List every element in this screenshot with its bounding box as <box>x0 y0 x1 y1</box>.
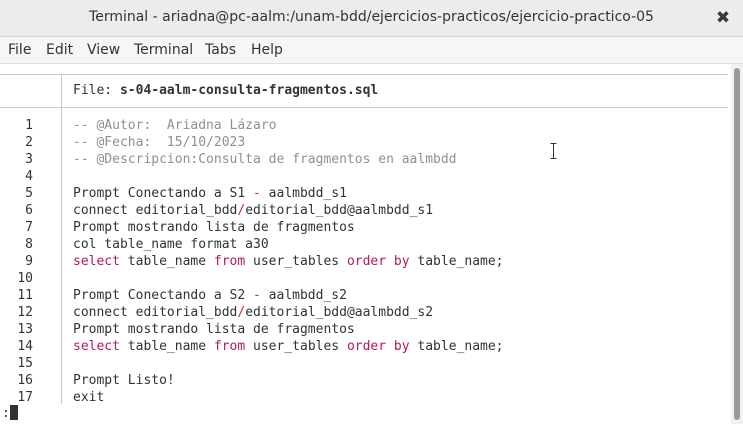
header-bottom-rule <box>0 107 728 108</box>
line-number: 14 <box>17 339 33 354</box>
line-number: 10 <box>17 271 33 286</box>
line-code: select table_name from user_tables order… <box>73 339 504 354</box>
line-number: 16 <box>17 373 33 388</box>
title-bar: Terminal - ariadna@pc-aalm:/unam-bdd/eje… <box>0 0 743 37</box>
line-code: exit <box>73 390 104 405</box>
keyword-token: select <box>73 339 120 354</box>
scrollbar-thumb[interactable] <box>734 68 740 420</box>
ibeam-cursor-icon <box>550 143 557 159</box>
code-token: col table_name format a30 <box>73 237 269 252</box>
keyword-token: from <box>213 254 246 269</box>
line-code: Prompt Conectando a S1 - aalmbdd_s1 <box>73 186 347 201</box>
menu-view[interactable]: View <box>87 42 120 58</box>
code-token: Prompt mostrando lista de fragmentos <box>73 322 355 337</box>
code-token: table_name <box>119 254 214 269</box>
terminal-area[interactable]: File: s-04-aalm-consulta-fragmentos.sql … <box>0 64 731 424</box>
menu-edit[interactable]: Edit <box>46 42 73 58</box>
header-top-rule <box>0 74 728 75</box>
code-token: table_name; <box>409 254 504 269</box>
menu-bar: File Edit View Terminal Tabs Help <box>0 37 743 64</box>
vertical-scrollbar[interactable] <box>731 64 743 424</box>
comment-token: -- @Descripcion:Consulta de fragmentos e… <box>73 152 457 167</box>
menu-help[interactable]: Help <box>251 42 283 58</box>
code-token: table_name; <box>409 339 504 354</box>
code-token: Prompt mostrando lista de fragmentos <box>73 220 355 235</box>
line-code: Prompt Conectando a S2 - aalmbdd_s2 <box>73 288 347 303</box>
menu-terminal[interactable]: Terminal <box>134 42 193 58</box>
line-code: Prompt mostrando lista de fragmentos <box>73 220 355 235</box>
code-token: exit <box>73 390 105 405</box>
code-token: aalmbdd_s2 <box>260 288 347 303</box>
line-number: 6 <box>25 203 33 218</box>
pager-prompt-text: : <box>2 406 10 421</box>
code-token: table_name <box>119 339 214 354</box>
line-code: connect editorial_bdd/editorial_bdd@aalm… <box>73 203 433 218</box>
line-code: -- @Autor: Ariadna Lázaro <box>73 118 277 133</box>
operator-token: - <box>253 288 261 303</box>
file-label: File: <box>73 83 120 98</box>
line-code: select table_name from user_tables order… <box>73 254 504 269</box>
keyword-token: order by <box>346 339 410 354</box>
line-number: 7 <box>25 220 33 235</box>
code-token: connect editorial_bdd <box>73 305 238 320</box>
line-number: 15 <box>17 356 33 371</box>
code-token: connect editorial_bdd <box>73 203 238 218</box>
window-title: Terminal - ariadna@pc-aalm:/unam-bdd/eje… <box>89 9 654 25</box>
terminal-window: Terminal - ariadna@pc-aalm:/unam-bdd/eje… <box>0 0 743 424</box>
code-token: Prompt Conectando a S1 <box>73 186 254 201</box>
code-token: editorial_bdd@aalmbdd_s2 <box>245 305 434 320</box>
line-code: col table_name format a30 <box>73 237 269 252</box>
file-name: s-04-aalm-consulta-fragmentos.sql <box>119 83 379 98</box>
comment-token: -- @Autor: Ariadna Lázaro <box>73 118 277 133</box>
menu-tabs[interactable]: Tabs <box>205 42 236 58</box>
comment-token: -- @Fecha: 15/10/2023 <box>73 135 246 150</box>
line-number: 11 <box>17 288 33 303</box>
line-number: 3 <box>25 152 33 167</box>
line-code: Prompt mostrando lista de fragmentos <box>73 322 355 337</box>
keyword-token: select <box>73 254 120 269</box>
line-code: -- @Fecha: 15/10/2023 <box>73 135 245 150</box>
code-token: user_tables <box>245 339 347 354</box>
line-number: 17 <box>17 390 33 405</box>
line-number: 1 <box>25 118 33 133</box>
gutter-divider <box>61 74 62 404</box>
line-number: 4 <box>25 169 33 184</box>
line-code: Prompt Listo! <box>73 373 175 388</box>
code-token: user_tables <box>245 254 347 269</box>
line-code: connect editorial_bdd/editorial_bdd@aalm… <box>73 305 433 320</box>
pager-prompt[interactable]: : <box>2 405 18 421</box>
line-number: 12 <box>17 305 33 320</box>
text-cursor <box>9 405 18 420</box>
menu-file[interactable]: File <box>8 42 31 58</box>
code-token: Prompt Conectando a S2 <box>73 288 254 303</box>
line-number: 9 <box>25 254 33 269</box>
code-token: editorial_bdd@aalmbdd_s1 <box>245 203 434 218</box>
keyword-token: from <box>213 339 246 354</box>
line-number: 2 <box>25 135 33 150</box>
operator-token: - <box>253 186 261 201</box>
line-number: 5 <box>25 186 33 201</box>
code-token: Prompt Listo! <box>73 373 175 388</box>
line-number: 13 <box>17 322 33 337</box>
keyword-token: order by <box>346 254 410 269</box>
file-header: File: s-04-aalm-consulta-fragmentos.sql <box>73 83 378 98</box>
line-number: 8 <box>25 237 33 252</box>
code-token: aalmbdd_s1 <box>260 186 347 201</box>
close-icon[interactable]: ✖ <box>713 8 733 28</box>
line-code: -- @Descripcion:Consulta de fragmentos e… <box>73 152 457 167</box>
